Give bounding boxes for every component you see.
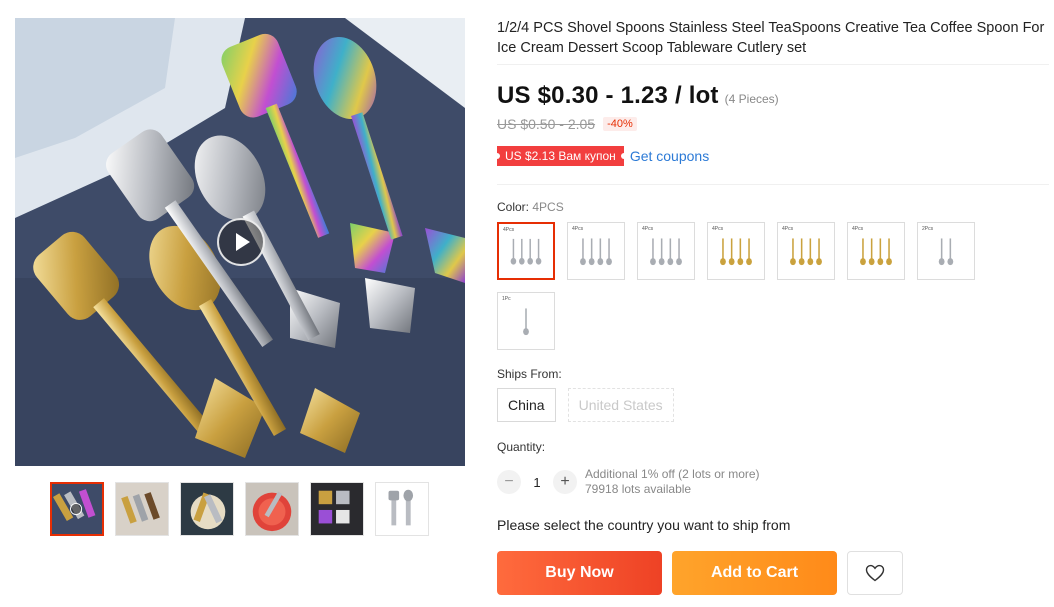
color-swatch-1[interactable]: 4Pcs <box>497 222 555 280</box>
quantity-value[interactable]: 1 <box>521 475 553 490</box>
color-swatch-3[interactable]: 4Pcs <box>637 222 695 280</box>
play-video-button[interactable] <box>217 218 265 266</box>
thumbnail-1[interactable] <box>50 482 104 536</box>
color-label-text: Color: <box>497 200 530 214</box>
thumbnail-6[interactable] <box>375 482 429 536</box>
add-to-cart-button[interactable]: Add to Cart <box>672 551 837 595</box>
quantity-decrease-button[interactable]: − <box>497 470 521 494</box>
current-price: US $0.30 - 1.23 / lot <box>497 82 719 109</box>
spoon-set-icon <box>860 238 892 266</box>
quantity-info: Additional 1% off (2 lots or more) 79918… <box>585 467 760 497</box>
color-selected-value: 4PCS <box>532 200 564 214</box>
thumbnail-strip <box>50 482 429 536</box>
product-title: 1/2/4 PCS Shovel Spoons Stainless Steel … <box>497 20 1045 56</box>
thumbnail-2[interactable] <box>115 482 169 536</box>
spoon-set-icon <box>580 238 612 266</box>
thumbnail-5[interactable] <box>310 482 364 536</box>
color-swatch-6[interactable]: 4Pcs <box>847 222 905 280</box>
color-label: Color: 4PCS <box>497 200 564 214</box>
unit-count: (4 Pieces) <box>724 92 779 106</box>
wishlist-button[interactable] <box>847 551 903 595</box>
coupon-row: US $2.13 Вам купон Get coupons <box>494 146 709 166</box>
ship-from-china[interactable]: China <box>497 388 556 422</box>
color-swatch-8[interactable]: 1Pc <box>497 292 555 350</box>
color-swatch-4[interactable]: 4Pcs <box>707 222 765 280</box>
ships-from-label: Ships From: <box>497 367 562 381</box>
lots-available: 79918 lots available <box>585 482 692 496</box>
ships-from-options: China United States <box>497 388 674 422</box>
heart-icon <box>865 564 885 582</box>
spoon-set-icon <box>523 308 529 336</box>
color-swatch-2[interactable]: 4Pcs <box>567 222 625 280</box>
color-swatch-7[interactable]: 2Pcs <box>917 222 975 280</box>
original-price: US $0.50 - 2.05 <box>497 116 596 132</box>
thumbnail-4[interactable] <box>245 482 299 536</box>
quantity-stepper: − 1 + Additional 1% off (2 lots or more)… <box>497 467 760 497</box>
original-price-row: US $0.50 - 2.05 -40% <box>497 116 637 132</box>
ship-from-united-states[interactable]: United States <box>567 388 674 422</box>
spoon-set-icon <box>720 238 752 266</box>
get-coupons-link[interactable]: Get coupons <box>630 148 709 164</box>
discount-badge: -40% <box>603 117 637 131</box>
color-swatch-5[interactable]: 4Pcs <box>777 222 835 280</box>
color-swatches: 4Pcs 4Pcs 4Pcs 4Pcs 4Pcs 4Pcs 2Pcs 1Pc <box>497 222 997 350</box>
spoon-set-icon <box>510 238 542 265</box>
spoon-set-icon <box>938 238 954 266</box>
spoon-set-icon <box>650 238 682 266</box>
thumbnail-3[interactable] <box>180 482 234 536</box>
action-buttons: Buy Now Add to Cart <box>497 551 903 595</box>
buy-now-button[interactable]: Buy Now <box>497 551 662 595</box>
quantity-label: Quantity: <box>497 440 546 454</box>
quantity-increase-button[interactable]: + <box>553 470 577 494</box>
price-row: US $0.30 - 1.23 / lot (4 Pieces) <box>497 82 779 110</box>
divider <box>497 184 1049 185</box>
divider <box>497 64 1049 65</box>
ship-country-note: Please select the country you want to sh… <box>497 517 791 533</box>
coupon-tag[interactable]: US $2.13 Вам купон <box>494 146 627 166</box>
bulk-discount-note: Additional 1% off (2 lots or more) <box>585 467 760 481</box>
spoon-set-icon <box>790 238 822 266</box>
main-product-image[interactable] <box>15 18 465 466</box>
